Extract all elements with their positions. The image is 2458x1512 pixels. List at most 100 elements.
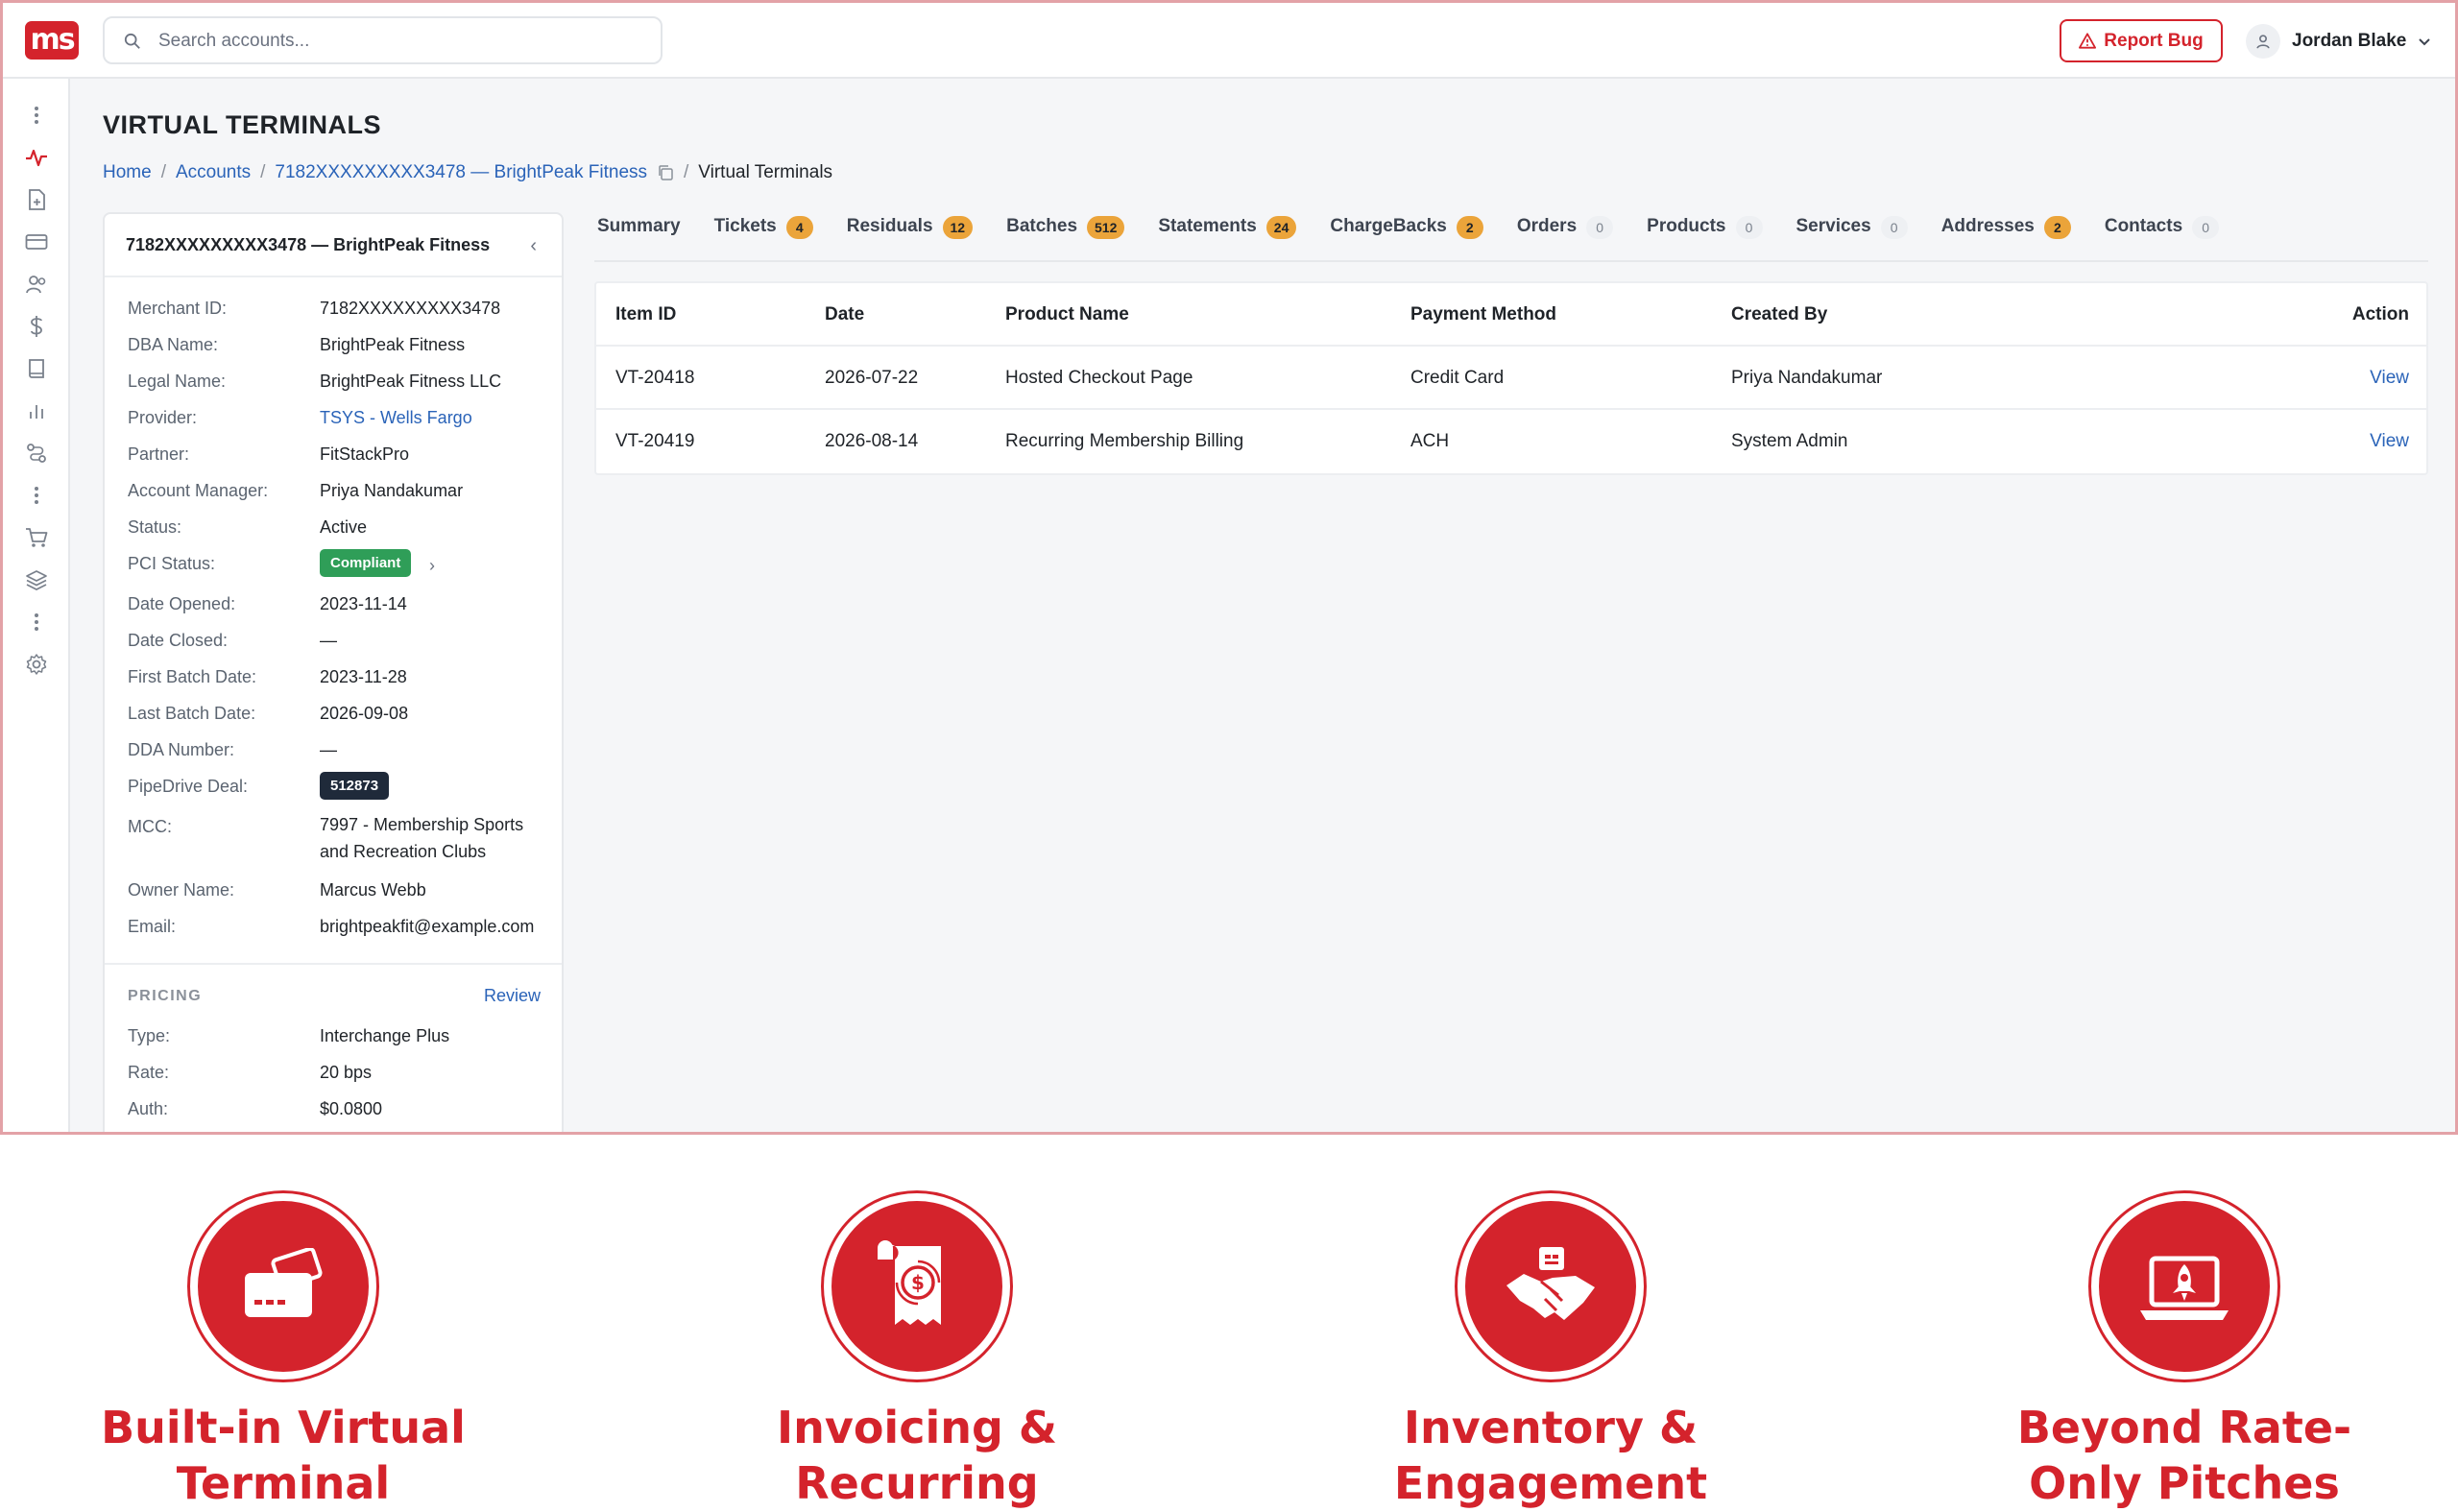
feature-title-line: Recurring Billing <box>795 1457 1039 1509</box>
field-label: PCI Status: <box>128 554 216 573</box>
cart-icon[interactable] <box>25 526 48 549</box>
tab-tickets[interactable]: Tickets 4 <box>714 212 813 262</box>
account-details-panel: 7182XXXXXXXXX3478 — BrightPeak Fitness ‹… <box>103 212 564 1132</box>
pricing-rate-value: 20 bps <box>320 1063 373 1082</box>
date-closed-row: Date Closed: — <box>105 623 562 660</box>
feature-icon-ring: $ <box>821 1190 1013 1382</box>
tab-count-badge: 24 <box>1265 216 1297 239</box>
tab-label: Orders <box>1516 216 1578 236</box>
breadcrumb-accounts-link[interactable]: Accounts <box>176 162 251 183</box>
logo-text: ms <box>30 23 75 57</box>
first-batch-date-value: 2023-11-28 <box>320 667 407 686</box>
layers-icon[interactable] <box>25 568 48 591</box>
provider-link[interactable]: TSYS - Wells Fargo <box>320 408 472 428</box>
tab-label: Addresses <box>1940 216 2035 236</box>
route-icon[interactable] <box>25 442 48 465</box>
view-link[interactable]: View <box>2370 368 2409 389</box>
bar-chart-icon[interactable] <box>25 399 48 422</box>
dda-number-row: DDA Number: — <box>105 732 562 769</box>
breadcrumb-separator: / <box>160 162 166 182</box>
more-vertical-icon[interactable] <box>25 484 48 507</box>
pricing-review-link[interactable]: Review <box>484 986 541 1006</box>
column-header[interactable]: Product Name <box>1005 304 1129 325</box>
view-link[interactable]: View <box>2370 431 2409 452</box>
account-panel-header: 7182XXXXXXXXX3478 — BrightPeak Fitness ‹ <box>105 214 562 277</box>
dda-number-value: — <box>320 740 337 759</box>
collapse-chevron-icon[interactable]: ‹ <box>530 235 537 257</box>
tab-label: Residuals <box>846 216 933 236</box>
date-opened-value: 2023-11-14 <box>320 594 407 613</box>
report-bug-label: Report Bug <box>2104 30 2204 51</box>
owner-name-value: Marcus Webb <box>320 880 426 900</box>
tab-addresses[interactable]: Addresses 2 <box>1941 212 2071 262</box>
field-label: Type: <box>128 1026 171 1045</box>
brand-logo[interactable]: ms <box>25 21 79 60</box>
status-row: Status: Active <box>105 510 562 546</box>
more-vertical-icon[interactable] <box>25 104 48 127</box>
tab-products[interactable]: Products 0 <box>1647 212 1763 262</box>
account-tabs: Summary Tickets 4 Residuals 12 Batches 512 … <box>594 212 2428 262</box>
table-header-row: Item ID Date Product Name Payment Method… <box>596 283 2426 347</box>
field-label: Owner Name: <box>128 880 235 900</box>
column-header[interactable]: Item ID <box>615 304 676 325</box>
feature-title: Built-in Virtual Terminal <box>82 1400 485 1511</box>
feature-beyond-rate: Beyond Rate- Only Pitches <box>1983 1190 2386 1511</box>
breadcrumb-separator: / <box>260 162 266 182</box>
table-row[interactable]: VT-20419 2026-08-14 Recurring Membership… <box>596 410 2426 473</box>
tab-services[interactable]: Services 0 <box>1796 212 1908 262</box>
column-header[interactable]: Date <box>825 304 864 325</box>
payment-method-cell: ACH <box>1410 431 1450 451</box>
gear-icon[interactable] <box>25 653 48 676</box>
activity-pulse-icon[interactable] <box>25 146 48 169</box>
chevron-right-icon[interactable]: › <box>429 556 435 576</box>
payment-method-cell: Credit Card <box>1410 368 1505 388</box>
pricing-header: PRICING Review <box>105 965 562 1019</box>
breadcrumb-home-link[interactable]: Home <box>103 162 152 183</box>
tab-residuals[interactable]: Residuals 12 <box>846 212 974 262</box>
first-batch-date-row: First Batch Date: 2023-11-28 <box>105 660 562 696</box>
feature-invoicing: $ Invoicing &Recurring Billing <box>715 1190 1119 1512</box>
table-row[interactable]: VT-20418 2026-07-22 Hosted Checkout Page… <box>596 347 2426 410</box>
tab-contacts[interactable]: Contacts 0 <box>2105 212 2220 262</box>
field-label: DDA Number: <box>128 740 235 759</box>
column-header[interactable]: Created By <box>1731 304 1827 325</box>
feature-virtual-terminal: Built-in Virtual Terminal <box>82 1190 485 1511</box>
tab-statements[interactable]: Statements 24 <box>1158 212 1297 262</box>
breadcrumb-separator: / <box>684 162 689 182</box>
document-add-icon[interactable] <box>25 188 48 211</box>
tab-label: Services <box>1795 216 1871 236</box>
owner-name-row: Owner Name: Marcus Webb <box>105 873 562 909</box>
warning-triangle-icon <box>2079 33 2097 49</box>
product-name-cell: Hosted Checkout Page <box>1005 368 1193 388</box>
breadcrumb-account-link[interactable]: 7182XXXXXXXXX3478 — BrightPeak Fitness <box>275 162 647 183</box>
feature-icon-ring <box>1455 1190 1647 1382</box>
field-label: Auth: <box>128 1099 169 1118</box>
pipedrive-deal-value[interactable]: 512873 <box>320 772 390 800</box>
search-input[interactable] <box>158 27 639 56</box>
last-batch-date-value: 2026-09-08 <box>320 704 409 723</box>
report-bug-button[interactable]: Report Bug <box>2060 19 2223 62</box>
user-avatar-icon <box>2246 24 2280 59</box>
book-icon[interactable] <box>25 357 48 380</box>
copy-icon[interactable] <box>657 164 674 181</box>
dollar-icon[interactable] <box>25 315 48 338</box>
tab-batches[interactable]: Batches 512 <box>1006 212 1125 262</box>
tab-chargebacks[interactable]: ChargeBacks 2 <box>1330 212 1483 262</box>
search-icon <box>124 33 140 49</box>
date-closed-value: — <box>320 631 337 650</box>
email-row: Email: brightpeakfit@example.com <box>105 909 562 946</box>
more-vertical-icon[interactable] <box>25 611 48 634</box>
feature-title-line: Inventory & <box>1403 1402 1699 1453</box>
tab-summary[interactable]: Summary <box>597 212 681 262</box>
partner-row: Partner: FitStackPro <box>105 437 562 473</box>
pci-status-value[interactable]: Compliant <box>320 549 412 577</box>
tab-orders[interactable]: Orders 0 <box>1516 212 1614 262</box>
tab-count-badge: 4 <box>785 216 813 239</box>
field-label: Merchant ID: <box>128 299 228 318</box>
field-label: Date Closed: <box>128 631 229 650</box>
card-icon[interactable] <box>25 230 48 253</box>
column-header[interactable]: Payment Method <box>1410 304 1556 325</box>
search-box[interactable] <box>103 16 663 64</box>
users-icon[interactable] <box>25 273 48 296</box>
user-menu[interactable]: Jordan Blake <box>2246 22 2431 60</box>
